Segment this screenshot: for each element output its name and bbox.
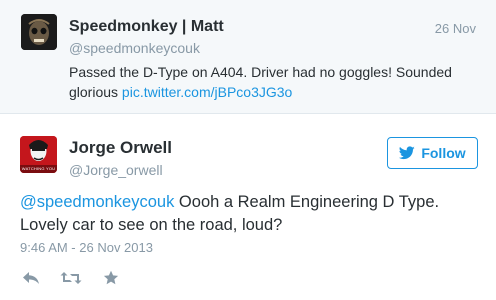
tweet-timestamp[interactable]: 9:46 AM - 26 Nov 2013 [20,240,153,255]
author-handle[interactable]: @speedmonkeycouk [69,40,200,56]
avatar[interactable]: WATCHING YOU [20,136,57,173]
tweet-text: Passed the D-Type on A404. Driver had no… [69,62,479,102]
tweet-date[interactable]: 26 Nov [435,21,476,36]
avatar-caption: WATCHING YOU [21,166,56,171]
retweet-icon [60,272,82,284]
follow-button-label: Follow [421,145,466,161]
favorite-button[interactable] [100,267,122,289]
retweet-button[interactable] [60,267,82,289]
media-link[interactable]: pic.twitter.com/jBPco3JG3o [122,84,292,100]
tweet-actions [20,266,122,290]
tweet-text: @speedmonkeycouk Oooh a Realm Engineerin… [20,191,480,237]
reply-button[interactable] [20,267,42,289]
author-name[interactable]: Jorge Orwell [69,138,172,158]
reply-icon [23,272,39,284]
parent-tweet: Speedmonkey | Matt @speedmonkeycouk 26 N… [0,0,496,114]
avatar[interactable] [21,14,57,50]
mention-link[interactable]: @speedmonkeycouk [20,193,174,211]
author-name[interactable]: Speedmonkey | Matt [69,18,224,36]
avatar-skull-image [21,14,57,50]
follow-button[interactable]: Follow [387,137,478,169]
bird-icon [399,146,416,160]
author-handle[interactable]: @Jorge_orwell [69,162,163,178]
star-icon [103,270,119,285]
